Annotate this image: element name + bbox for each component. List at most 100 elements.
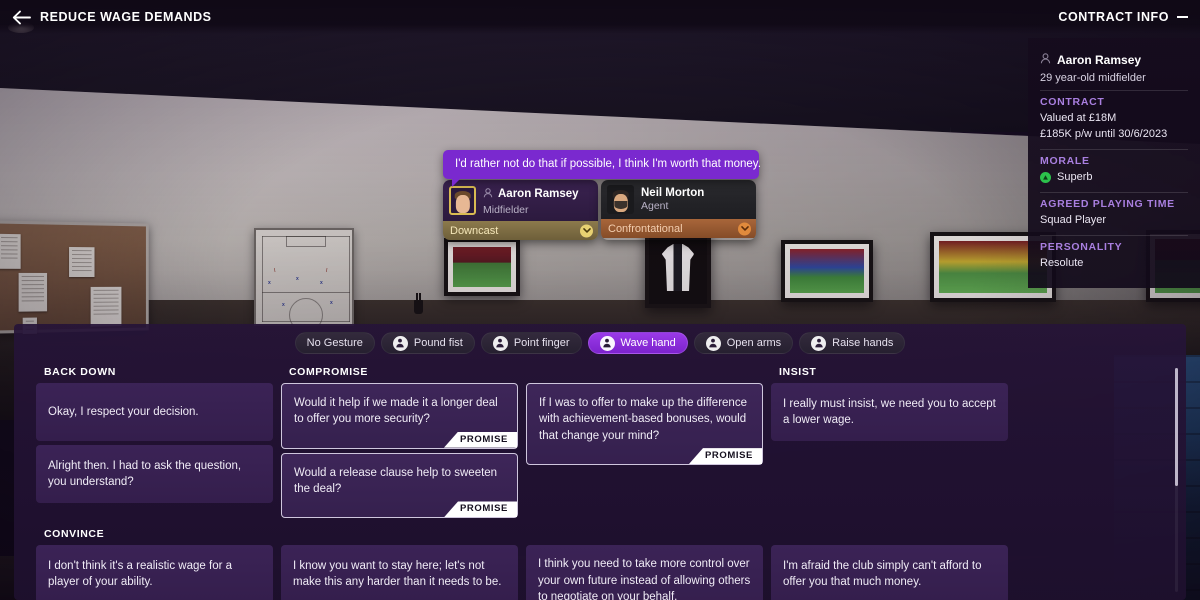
dialogue-option-text: Would a release clause help to sweeten t… (294, 466, 498, 495)
promise-badge: PROMISE (443, 501, 517, 518)
gesture-button-raise-hands[interactable]: Raise hands (799, 332, 906, 354)
gesture-button-wave-hand[interactable]: Wave hand (587, 332, 688, 354)
chevron-down-icon[interactable] (738, 222, 751, 235)
gesture-label: Open arms (726, 337, 782, 349)
dialogue-option-text: If I was to offer to make up the differe… (539, 397, 747, 442)
mood-label: Downcast (450, 224, 499, 237)
dialogue-option-text: I'm afraid the club simply can't afford … (783, 559, 982, 589)
dialogue-category-heading: INSIST (779, 366, 817, 378)
info-player-subtitle: 29 year-old midfielder (1040, 72, 1146, 84)
back-arrow-icon[interactable] (10, 6, 32, 28)
dialogue-option[interactable]: If I was to offer to make up the differe… (526, 383, 763, 465)
contract-info-toggle[interactable]: CONTRACT INFO (1058, 10, 1188, 24)
scrollbar[interactable] (1175, 368, 1178, 592)
contract-info-panel: Aaron Ramsey 29 year-old midfielder CONT… (1028, 38, 1200, 288)
dialogue-option-text: Alright then. I had to ask the question,… (48, 459, 242, 488)
character-name: Aaron Ramsey (498, 188, 579, 200)
framed-shirt-display (645, 228, 711, 308)
info-section-playing-time: AGREED PLAYING TIME Squad Player (1028, 193, 1200, 235)
dialogue-column: I think you need to take more control ov… (526, 522, 763, 600)
gesture-button-no-gesture[interactable]: No Gesture (294, 332, 375, 354)
avatar (607, 185, 634, 214)
person-icon (483, 185, 493, 203)
wave-hand-icon (599, 335, 615, 351)
corkboard (0, 220, 149, 335)
dialogue-option-text: I think you need to take more control ov… (538, 558, 751, 600)
tactics-whiteboard: \ / x x x x x (254, 228, 354, 332)
dialogue-row-primary: BACK DOWN Okay, I respect your decision. A… (36, 360, 1164, 522)
gesture-button-pound-fist[interactable]: Pound fist (380, 332, 475, 354)
dialogue-column: If I was to offer to make up the differe… (526, 360, 763, 522)
morale-value: Superb (1057, 170, 1093, 183)
chevron-down-icon[interactable] (580, 224, 593, 237)
dialogue-column: I know you want to stay here; let's not … (281, 522, 518, 600)
dialogue-column: BACK DOWN Okay, I respect your decision. A… (36, 360, 273, 522)
dialogue-category-heading: BACK DOWN (44, 366, 116, 378)
speech-bubble-text: I'd rather not do that if possible, I th… (455, 158, 761, 170)
scrollbar-thumb[interactable] (1175, 368, 1178, 486)
dialogue-option[interactable]: Would it help if we made it a longer dea… (281, 383, 518, 449)
character-card-agent[interactable]: Neil Morton Agent Confrontational (601, 180, 756, 240)
character-name: Neil Morton (641, 187, 705, 199)
gesture-button-point-finger[interactable]: Point finger (480, 332, 582, 354)
pound-fist-icon (392, 335, 408, 351)
dialogue-option-text: I know you want to stay here; let's not … (293, 559, 502, 589)
mood-label: Confrontational (608, 222, 683, 235)
morale-status-icon (1040, 172, 1051, 184)
dialogue-option[interactable]: I'm afraid the club simply can't afford … (771, 545, 1008, 600)
info-section-personality: PERSONALITY Resolute (1028, 236, 1200, 278)
dialogue-options-scroll-area: BACK DOWN Okay, I respect your decision. A… (14, 360, 1186, 600)
dialogue-option[interactable]: I know you want to stay here; let's not … (281, 545, 518, 600)
gesture-button-open-arms[interactable]: Open arms (693, 332, 794, 354)
framed-photo-pitch (444, 238, 520, 296)
dialogue-category-heading: COMPROMISE (289, 366, 368, 378)
mood-bar-agent[interactable]: Confrontational (601, 219, 756, 238)
dialogue-option[interactable]: Alright then. I had to ask the question,… (36, 445, 273, 503)
person-icon (1040, 51, 1051, 69)
mood-bar-player[interactable]: Downcast (443, 221, 598, 240)
gesture-label: Pound fist (413, 337, 463, 349)
character-cards: Aaron Ramsey Midfielder Downcast Neil Mo… (443, 180, 756, 240)
promise-badge: PROMISE (688, 448, 762, 464)
section-heading: MORALE (1040, 154, 1090, 167)
dialogue-column: I'm afraid the club simply can't afford … (771, 522, 1008, 600)
point-finger-icon (492, 335, 508, 351)
contract-info-label: CONTRACT INFO (1058, 10, 1169, 24)
minus-icon[interactable] (1177, 16, 1188, 18)
dialogue-option-text: Okay, I respect your decision. (48, 405, 199, 418)
dialogue-option[interactable]: I don't think it's a realistic wage for … (36, 545, 273, 600)
player-identity: Aaron Ramsey 29 year-old midfielder (1028, 46, 1200, 90)
dialogue-row-convince: CONVINCE I don't think it's a realistic w… (36, 522, 1164, 600)
open-arms-icon (705, 335, 721, 351)
dialogue-option-text: I really must insist, we need you to acc… (783, 397, 996, 426)
dialogue-column: COMPROMISE Would it help if we made it a … (281, 360, 518, 522)
dialogue-category-heading: CONVINCE (44, 528, 105, 541)
page-title: REDUCE WAGE DEMANDS (40, 10, 212, 24)
playing-time-value: Squad Player (1040, 213, 1107, 226)
dialogue-column: INSIST I really must insist, we need you … (771, 360, 1008, 522)
pen-cup (414, 293, 423, 314)
contract-value: Valued at £18M (1040, 112, 1117, 124)
contract-wage: £185K p/w until 30/6/2023 (1040, 127, 1168, 140)
speech-bubble: I'd rather not do that if possible, I th… (443, 150, 761, 187)
gesture-label: Wave hand (620, 337, 676, 349)
dialogue-option[interactable]: Would a release clause help to sweeten t… (281, 452, 518, 519)
info-section-morale: MORALE Superb (1028, 150, 1200, 192)
character-card-player[interactable]: Aaron Ramsey Midfielder Downcast (443, 180, 598, 240)
section-heading: AGREED PLAYING TIME (1040, 197, 1175, 210)
character-role: Midfielder (483, 204, 529, 216)
dialogue-option-text: Would it help if we made it a longer dea… (294, 397, 498, 426)
dialogue-panel: No Gesture Pound fist Point finger Wave han… (14, 324, 1186, 600)
dialogue-option[interactable]: I really must insist, we need you to acc… (771, 383, 1008, 441)
section-heading: CONTRACT (1040, 96, 1105, 108)
gesture-label: Point finger (513, 337, 570, 349)
dialogue-option[interactable]: I think you need to take more control ov… (526, 545, 763, 600)
dialogue-column: CONVINCE I don't think it's a realistic w… (36, 522, 273, 600)
character-role: Agent (641, 200, 669, 212)
dialogue-option[interactable]: Okay, I respect your decision. (36, 383, 273, 441)
section-heading: PERSONALITY (1040, 240, 1123, 253)
top-bar: REDUCE WAGE DEMANDS CONTRACT INFO (0, 0, 1200, 34)
avatar (449, 186, 476, 215)
info-player-name: Aaron Ramsey (1057, 53, 1142, 67)
gesture-label: No Gesture (306, 337, 363, 349)
